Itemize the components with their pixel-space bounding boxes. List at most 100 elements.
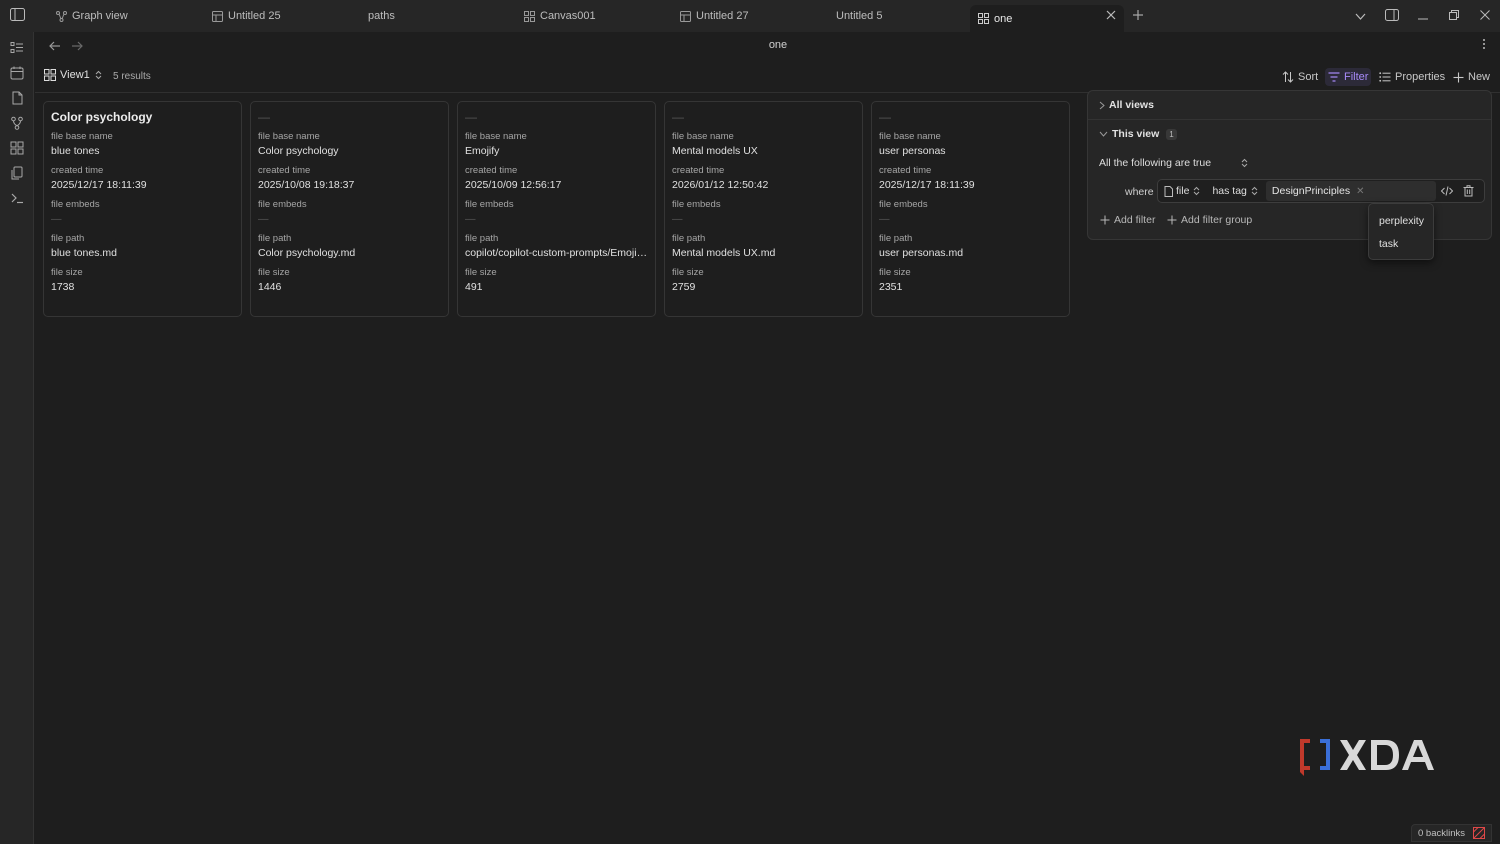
field-value: Color psychology xyxy=(258,145,339,157)
tab-bar-spacer xyxy=(1152,0,1345,32)
field-label: file path xyxy=(51,233,85,244)
field-label: file embeds xyxy=(258,199,307,210)
grid-icon xyxy=(978,13,989,24)
field-label: file base name xyxy=(465,131,527,142)
card[interactable]: — file base name Emojify created time 20… xyxy=(457,101,656,317)
restore-icon xyxy=(1448,9,1459,23)
chevron-up-down-icon xyxy=(1251,186,1258,196)
chevron-down-icon xyxy=(1099,131,1108,137)
filter-count-badge: 1 xyxy=(1166,128,1177,140)
filter-icon xyxy=(1328,72,1340,82)
sort-button[interactable]: Sort xyxy=(1279,68,1321,86)
sidebar-toggle-icon xyxy=(9,8,25,24)
field-value: copilot/copilot-custom-prompts/Emojify.m… xyxy=(465,247,648,259)
field-value: — xyxy=(672,213,683,225)
sort-label: Sort xyxy=(1298,71,1319,83)
restore-button[interactable] xyxy=(1438,0,1469,32)
all-views-toggle[interactable]: All views xyxy=(1099,99,1154,111)
add-filter-group-button[interactable]: Add filter group xyxy=(1167,214,1252,226)
field-label: created time xyxy=(672,165,725,176)
field-value: — xyxy=(258,213,269,225)
sync-error-icon[interactable] xyxy=(1473,827,1485,839)
files-list-icon[interactable] xyxy=(9,40,25,56)
field-label: file base name xyxy=(258,131,320,142)
property-select[interactable]: file xyxy=(1158,185,1206,197)
properties-label: Properties xyxy=(1395,71,1446,83)
field-label: file path xyxy=(672,233,706,244)
properties-button[interactable]: Properties xyxy=(1376,68,1448,86)
minimize-button[interactable] xyxy=(1407,0,1438,32)
view-selector[interactable]: View1 xyxy=(44,69,102,81)
chevron-up-down-icon xyxy=(95,70,102,80)
tab-list-button[interactable] xyxy=(1345,0,1376,32)
add-filter-button[interactable]: Add filter xyxy=(1100,214,1155,226)
backlinks-count[interactable]: 0 backlinks xyxy=(1418,828,1465,839)
cards-grid: Color psychology file base name blue ton… xyxy=(43,101,1070,317)
chevron-up-down-icon xyxy=(1193,186,1200,196)
conjunction-select[interactable]: All the following are true xyxy=(1099,157,1259,169)
card-title: — xyxy=(879,110,891,124)
table-icon xyxy=(680,10,691,22)
tab-label: Untitled 27 xyxy=(696,10,749,22)
operator-label: has tag xyxy=(1212,185,1247,197)
field-value: 491 xyxy=(465,281,483,293)
field-label: file embeds xyxy=(465,199,514,210)
field-label: created time xyxy=(258,165,311,176)
tab-untitled-27[interactable]: Untitled 27 xyxy=(658,0,814,32)
sidebar-toggle-button[interactable] xyxy=(0,0,34,32)
tab-untitled-25[interactable]: Untitled 25 xyxy=(190,0,346,32)
operator-select[interactable]: has tag xyxy=(1206,185,1263,197)
new-tab-button[interactable] xyxy=(1124,0,1152,32)
tab-paths[interactable]: paths xyxy=(346,0,502,32)
suggestion-item-perplexity[interactable]: perplexity xyxy=(1379,215,1424,227)
grid-icon[interactable] xyxy=(9,140,25,156)
field-label: file base name xyxy=(879,131,941,142)
tab-untitled-5[interactable]: Untitled 5 xyxy=(814,0,970,32)
tab-one[interactable]: one xyxy=(970,5,1124,32)
field-label: file path xyxy=(879,233,913,244)
more-options-icon[interactable] xyxy=(1482,38,1486,53)
card[interactable]: — file base name user personas created t… xyxy=(871,101,1070,317)
field-label: created time xyxy=(51,165,104,176)
page-title: one xyxy=(768,39,788,51)
add-filter-label: Add filter xyxy=(1114,214,1156,226)
terminal-icon[interactable] xyxy=(9,190,25,206)
value-input[interactable]: DesignPrinciples ✕ xyxy=(1265,181,1436,201)
file-icon[interactable] xyxy=(9,90,25,106)
card[interactable]: Color psychology file base name blue ton… xyxy=(43,101,242,317)
copy-icon[interactable] xyxy=(9,165,25,181)
tag-chip: DesignPrinciples xyxy=(1271,185,1351,197)
field-label: file path xyxy=(258,233,292,244)
minimize-icon xyxy=(1417,9,1428,23)
card[interactable]: — file base name Mental models UX create… xyxy=(664,101,863,317)
field-label: file embeds xyxy=(879,199,928,210)
filter-condition: file has tag DesignPrinciples ✕ xyxy=(1157,179,1485,203)
left-ribbon xyxy=(0,32,34,844)
field-value: 2025/12/17 18:11:39 xyxy=(51,179,147,191)
field-value: — xyxy=(879,213,890,225)
field-value: Mental models UX xyxy=(672,145,758,157)
field-value: blue tones xyxy=(51,145,100,157)
suggestion-item-task[interactable]: task xyxy=(1379,238,1398,250)
new-button[interactable]: New xyxy=(1450,68,1493,86)
calendar-icon[interactable] xyxy=(9,65,25,81)
code-icon[interactable] xyxy=(1436,186,1458,196)
close-window-button[interactable] xyxy=(1469,0,1500,32)
field-value: — xyxy=(465,213,476,225)
main-content: one View1 5 results Sort Filter Properti… xyxy=(35,32,1500,844)
chevron-up-down-icon xyxy=(1241,158,1248,168)
right-sidebar-toggle-button[interactable] xyxy=(1376,0,1407,32)
trash-icon[interactable] xyxy=(1458,185,1480,197)
card[interactable]: — file base name Color psychology create… xyxy=(250,101,449,317)
card-title: — xyxy=(465,110,477,124)
this-view-toggle[interactable]: This view 1 xyxy=(1099,128,1177,140)
field-value: user personas.md xyxy=(879,247,964,259)
git-branch-icon[interactable] xyxy=(9,115,25,131)
sidebar-right-icon xyxy=(1384,8,1399,24)
filter-button[interactable]: Filter xyxy=(1325,68,1372,86)
panel-divider xyxy=(1088,119,1491,120)
tab-graph-view[interactable]: Graph view xyxy=(34,0,190,32)
tab-canvas001[interactable]: Canvas001 xyxy=(502,0,658,32)
remove-tag-icon[interactable]: ✕ xyxy=(1356,186,1364,197)
close-icon[interactable] xyxy=(1106,10,1116,23)
